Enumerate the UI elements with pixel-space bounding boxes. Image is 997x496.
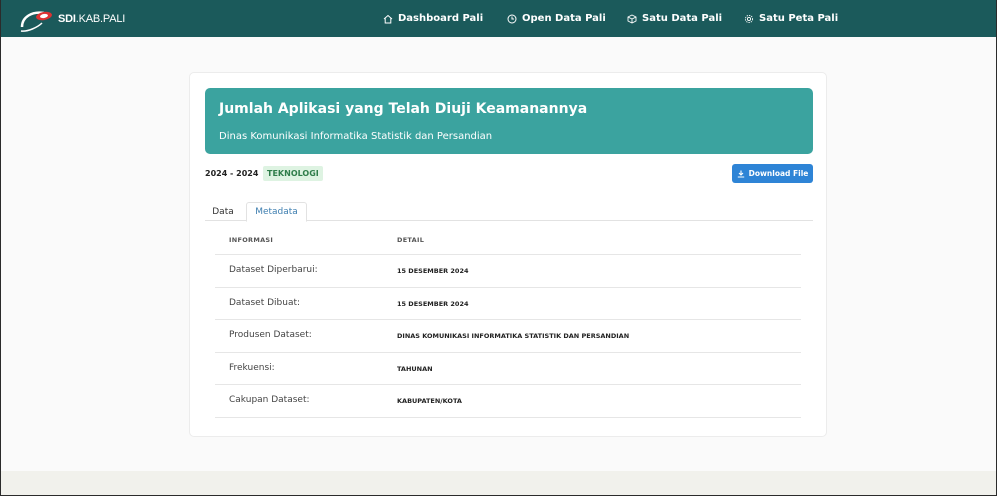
brand-name: SDI.KAB.PALI [58, 13, 126, 25]
row-value: 15 DESEMBER 2024 [397, 299, 469, 308]
table-row: Dataset Dibuat: 15 DESEMBER 2024 [215, 288, 801, 321]
nav-label: Satu Data Pali [642, 13, 723, 24]
table-header: INFORMASI DETAIL [215, 225, 801, 255]
row-value: KABUPATEN/KOTA [397, 397, 462, 406]
table-row: Dataset Diperbarui: 15 DESEMBER 2024 [215, 255, 801, 288]
nav-satu-peta-pali[interactable]: Satu Peta Pali [744, 0, 838, 37]
home-icon [383, 14, 393, 23]
nav-label: Dashboard Pali [398, 13, 484, 24]
metadata-table: INFORMASI DETAIL Dataset Diperbarui: 15 … [215, 225, 801, 418]
row-label: Frekuensi: [229, 362, 275, 373]
tab-metadata[interactable]: Metadata [246, 202, 307, 222]
table-row: Produsen Dataset: DINAS KOMUNIKASI INFOR… [215, 320, 801, 353]
logo-icon [20, 11, 52, 32]
table-row: Cakupan Dataset: KABUPATEN/KOTA [215, 385, 801, 418]
table-row: Frekuensi: TAHUNAN [215, 353, 801, 386]
nav-satu-data-pali[interactable]: Satu Data Pali [627, 0, 722, 37]
nav-label: Open Data Pali [522, 13, 606, 24]
dataset-header-banner: Jumlah Aplikasi yang Telah Diuji Keamana… [205, 88, 813, 154]
dataset-card: Jumlah Aplikasi yang Telah Diuji Keamana… [189, 72, 827, 437]
row-value: 15 DESEMBER 2024 [397, 267, 469, 275]
gear-icon [744, 14, 754, 23]
column-header-detail: DETAIL [397, 236, 425, 244]
clock-icon [507, 14, 517, 23]
dataset-period: 2024 - 2024 [205, 169, 259, 178]
download-icon [737, 170, 744, 178]
category-badge[interactable]: TEKNOLOGI [263, 166, 323, 181]
dataset-title: Jumlah Aplikasi yang Telah Diuji Keamana… [219, 101, 588, 117]
top-navbar: SDI.KAB.PALI Dashboard Pali Open Data Pa… [0, 0, 997, 37]
row-label: Dataset Dibuat: [229, 297, 301, 308]
page-footer [1, 471, 996, 496]
cube-icon [627, 13, 637, 24]
row-label: Produsen Dataset: [229, 330, 312, 341]
row-value: TAHUNAN [397, 364, 433, 373]
brand[interactable]: SDI.KAB.PALI [18, 5, 125, 33]
column-header-informasi: INFORMASI [229, 236, 274, 244]
row-label: Dataset Diperbarui: [229, 265, 318, 275]
tab-bar: Data Metadata [205, 202, 813, 222]
row-value: DINAS KOMUNIKASI INFORMATIKA STATISTIK D… [397, 332, 630, 341]
nav-open-data-pali[interactable]: Open Data Pali [507, 0, 606, 37]
dataset-meta-row: 2024 - 2024 TEKNOLOGI Download File [205, 164, 813, 185]
row-label: Cakupan Dataset: [229, 395, 310, 406]
download-label: Download File [748, 169, 809, 178]
nav-label: Satu Peta Pali [759, 13, 839, 24]
download-file-button[interactable]: Download File [732, 164, 813, 183]
nav-dashboard-pali[interactable]: Dashboard Pali [383, 0, 483, 37]
tab-data[interactable]: Data [207, 202, 239, 222]
dataset-producer: Dinas Komunikasi Informatika Statistik d… [219, 131, 493, 142]
